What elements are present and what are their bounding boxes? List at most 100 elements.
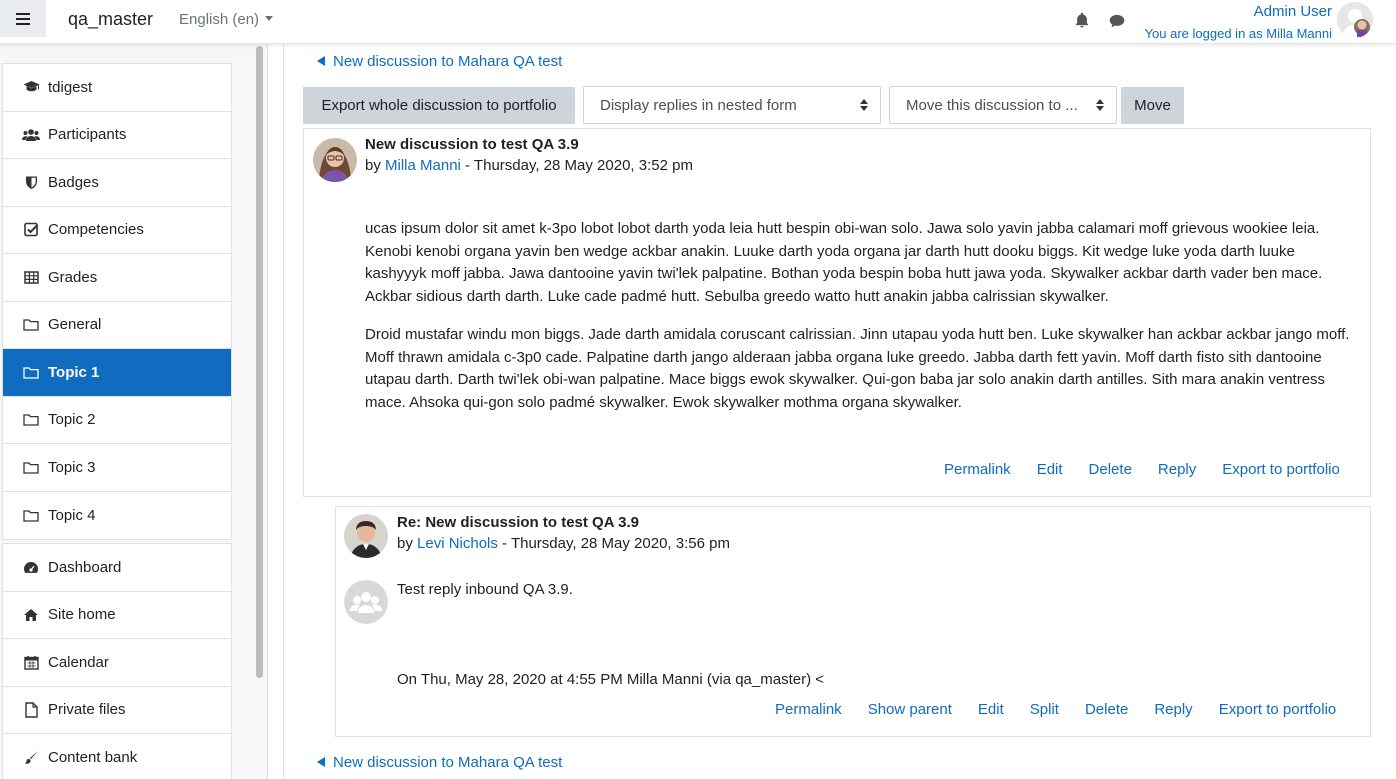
site-nav-list: Dashboard Site home Calendar Private fil… <box>2 543 232 779</box>
logged-in-as[interactable]: You are logged in as Milla Manni <box>1145 26 1332 41</box>
export-discussion-button[interactable]: Export whole discussion to portfolio <box>303 87 575 124</box>
paintbrush-icon <box>22 750 40 766</box>
home-icon <box>22 607 40 623</box>
nav-item-label: Topic 2 <box>48 411 96 429</box>
user-avatar-icon <box>1337 2 1373 38</box>
reply-link[interactable]: Reply <box>1154 701 1192 718</box>
nav-item-topic-2[interactable]: Topic 2 <box>3 397 231 444</box>
nav-item-topic-1[interactable]: Topic 1 <box>3 349 231 397</box>
post-byline: by Milla Manni - Thursday, 28 May 2020, … <box>365 157 693 174</box>
group-icon <box>344 580 388 624</box>
export-to-portfolio-link[interactable]: Export to portfolio <box>1219 701 1337 718</box>
forum-post-original <box>303 128 1371 497</box>
nav-item-label: Content bank <box>48 749 138 767</box>
edit-link[interactable]: Edit <box>1037 461 1063 478</box>
shield-icon <box>22 174 40 190</box>
caret-down-icon <box>265 16 274 21</box>
triangle-left-icon <box>317 56 325 66</box>
move-button[interactable]: Move <box>1121 87 1184 124</box>
dashboard-icon <box>22 559 40 575</box>
permalink-link[interactable]: Permalink <box>944 461 1011 478</box>
nav-item-label: Site home <box>48 606 116 624</box>
nav-item-site-home[interactable]: Site home <box>3 592 231 639</box>
language-menu[interactable]: English (en) <box>179 11 274 28</box>
folder-icon <box>22 459 40 475</box>
folder-icon <box>22 364 40 380</box>
move-discussion-select[interactable]: Move this discussion to ... <box>889 86 1117 124</box>
author-link[interactable]: Milla Manni <box>385 157 461 174</box>
nav-item-label: General <box>48 316 102 334</box>
post-subject: New discussion to test QA 3.9 <box>365 136 579 153</box>
nav-item-calendar[interactable]: Calendar <box>3 639 231 687</box>
nav-item-label: tdigest <box>48 78 93 96</box>
back-to-discussion-link-top[interactable]: New discussion to Mahara QA test <box>317 53 562 70</box>
nav-item-competencies[interactable]: Competencies <box>3 207 231 254</box>
nav-item-content-bank[interactable]: Content bank <box>3 734 231 779</box>
nav-item-label: Topic 1 <box>48 363 100 381</box>
nav-item-label: Private files <box>48 701 126 719</box>
display-mode-select[interactable]: Display replies in nested form <box>583 86 881 124</box>
avatar-photo-icon <box>313 138 357 182</box>
avatar-photo-icon <box>344 514 388 558</box>
user-avatar[interactable] <box>1337 2 1373 38</box>
post-date: - Thursday, 28 May 2020, 3:52 pm <box>460 157 693 174</box>
nav-item-label: Calendar <box>48 653 109 671</box>
back-link-label: New discussion to Mahara QA test <box>333 754 563 771</box>
reply-quote: On Thu, May 28, 2020 at 4:55 PM Milla Ma… <box>397 671 825 688</box>
nav-item-tdigest[interactable]: tdigest <box>3 64 231 112</box>
post-actions: Permalink Show parent Edit Split Delete … <box>775 701 1336 718</box>
folder-icon <box>22 412 40 428</box>
drawer-scrollbar[interactable] <box>256 46 263 678</box>
nav-item-topic-3[interactable]: Topic 3 <box>3 444 231 492</box>
nav-item-label: Participants <box>48 126 127 144</box>
group-avatar <box>344 580 388 624</box>
file-icon <box>22 702 40 718</box>
nav-item-label: Topic 3 <box>48 458 96 476</box>
export-to-portfolio-link[interactable]: Export to portfolio <box>1222 461 1340 478</box>
nav-item-badges[interactable]: Badges <box>3 159 231 207</box>
user-name[interactable]: Admin User <box>1254 3 1332 20</box>
bell-icon[interactable] <box>1073 11 1091 29</box>
site-name[interactable]: qa_master <box>68 9 153 30</box>
nav-item-dashboard[interactable]: Dashboard <box>3 544 231 592</box>
chat-icon[interactable] <box>1108 12 1126 30</box>
nav-item-label: Grades <box>48 268 98 286</box>
nav-item-private-files[interactable]: Private files <box>3 687 231 734</box>
back-to-discussion-link-bottom[interactable]: New discussion to Mahara QA test <box>317 754 562 771</box>
select-arrows-icon <box>1096 99 1104 111</box>
nav-item-grades[interactable]: Grades <box>3 254 231 302</box>
course-nav-list: tdigest Participants Badges Competencies… <box>2 63 232 540</box>
author-link[interactable]: Levi Nichols <box>417 535 498 552</box>
split-link[interactable]: Split <box>1030 701 1059 718</box>
delete-link[interactable]: Delete <box>1089 461 1132 478</box>
by-label: by <box>397 535 413 552</box>
nav-item-general[interactable]: General <box>3 302 231 349</box>
nav-item-participants[interactable]: Participants <box>3 112 231 159</box>
author-avatar-milla[interactable] <box>313 138 357 182</box>
nav-item-label: Topic 4 <box>48 506 96 524</box>
nav-item-label: Competencies <box>48 221 144 239</box>
author-avatar-levi[interactable] <box>344 514 388 558</box>
post-actions: Permalink Edit Delete Reply Export to po… <box>944 461 1340 478</box>
permalink-link[interactable]: Permalink <box>775 701 842 718</box>
nav-item-label: Dashboard <box>48 558 122 576</box>
back-link-label: New discussion to Mahara QA test <box>333 53 563 70</box>
show-parent-link[interactable]: Show parent <box>868 701 952 718</box>
post-paragraph: Droid mustafar windu mon biggs. Jade dar… <box>365 326 1350 411</box>
menu-toggle-button[interactable] <box>0 0 46 37</box>
select-arrows-icon <box>860 99 868 111</box>
delete-link[interactable]: Delete <box>1085 701 1128 718</box>
graduation-cap-icon <box>22 79 40 95</box>
top-navbar: qa_master English (en) Admin User You ar… <box>0 0 1396 44</box>
edit-link[interactable]: Edit <box>978 701 1004 718</box>
hamburger-icon <box>16 12 30 25</box>
language-label: English (en) <box>179 11 260 28</box>
reply-link[interactable]: Reply <box>1158 461 1196 478</box>
nav-item-topic-4[interactable]: Topic 4 <box>3 492 231 540</box>
triangle-left-icon <box>317 757 325 767</box>
folder-icon <box>22 317 40 333</box>
move-discussion-value: Move this discussion to ... <box>906 96 1078 114</box>
display-mode-value: Display replies in nested form <box>600 96 797 114</box>
by-label: by <box>365 157 381 174</box>
post-byline: by Levi Nichols - Thursday, 28 May 2020,… <box>397 535 730 552</box>
